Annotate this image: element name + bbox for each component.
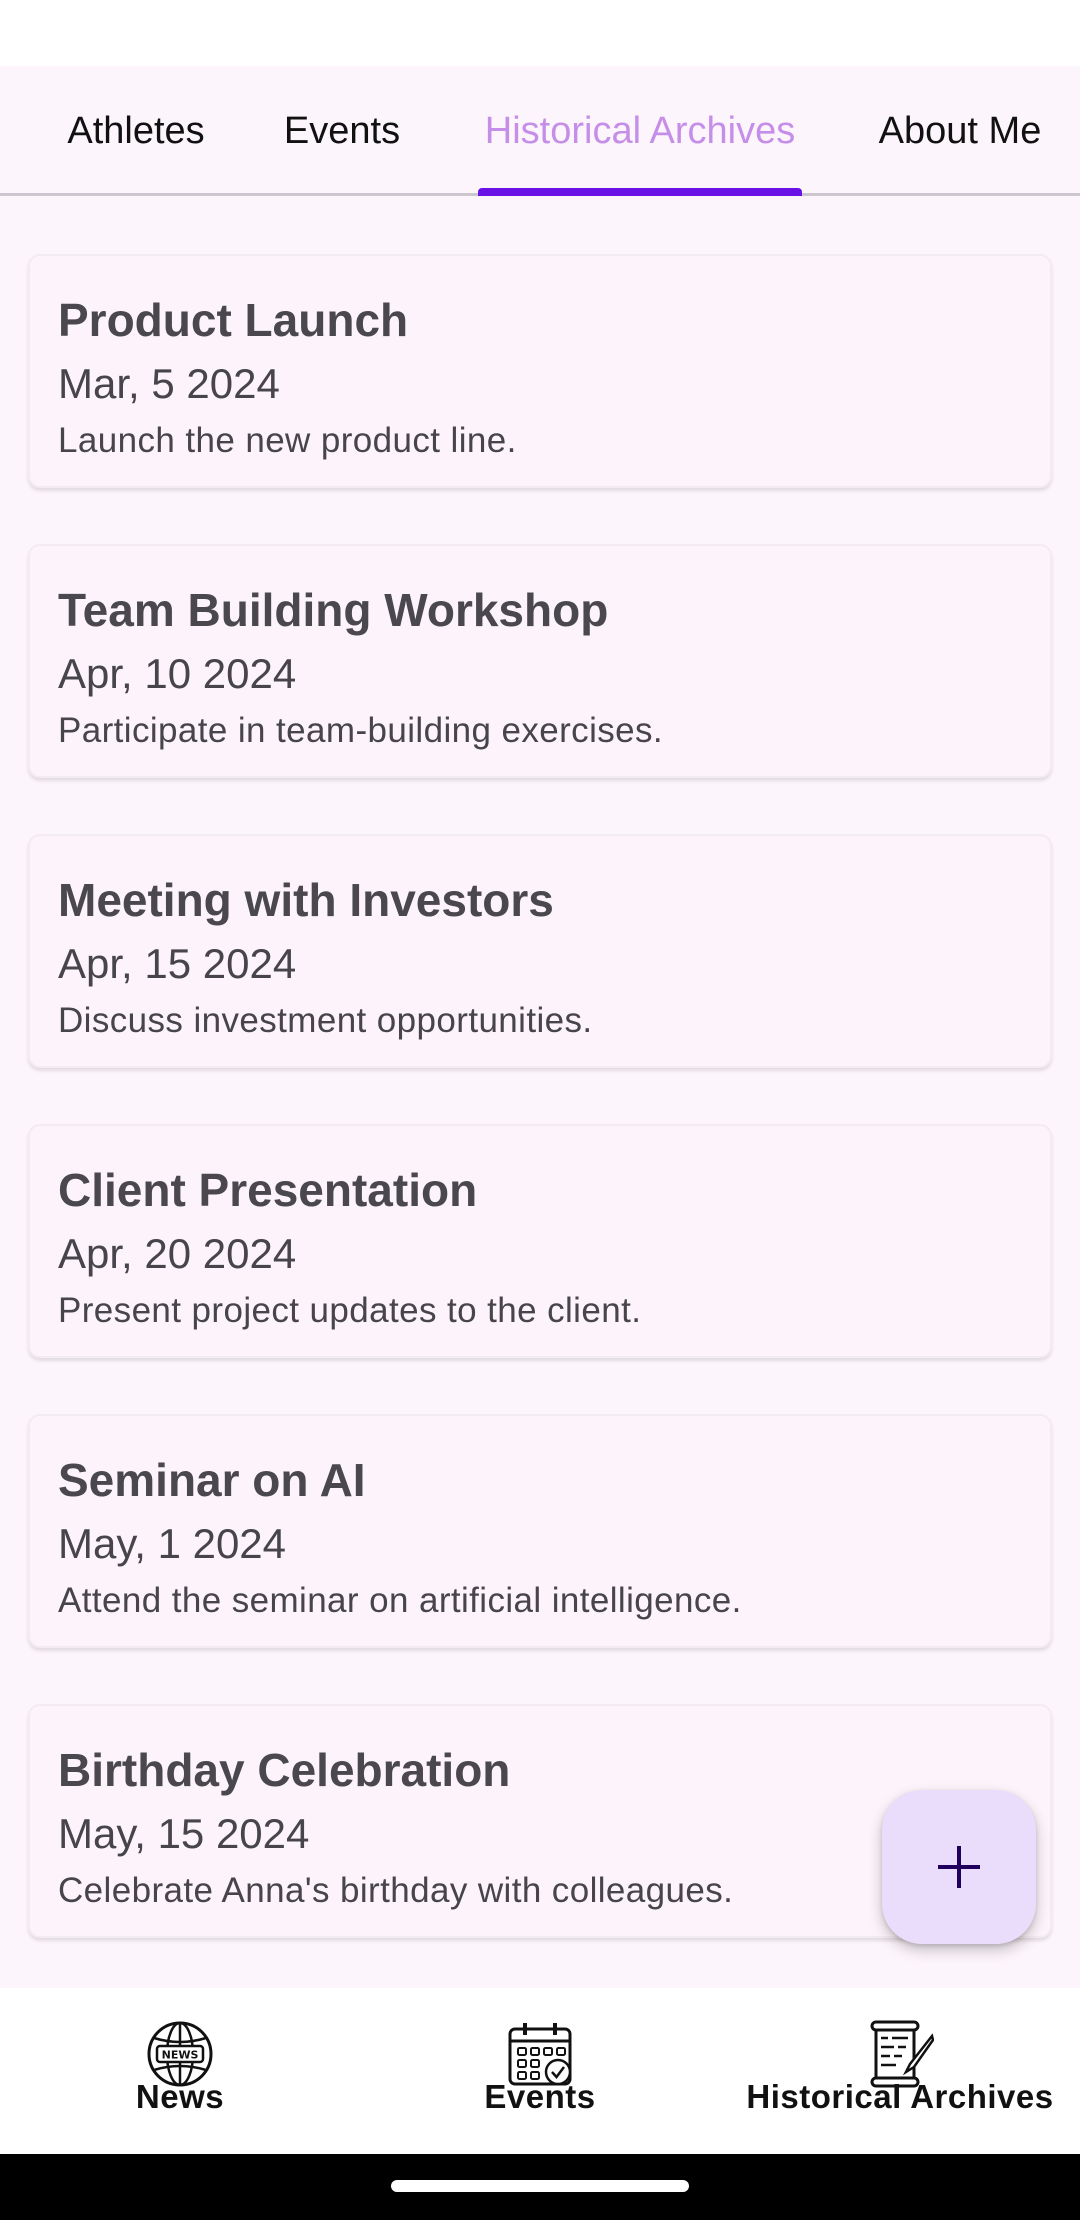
status-bar (0, 0, 1080, 66)
nav-historical-archives-label: Historical Archives (746, 2078, 1054, 2115)
tab-athletes[interactable]: Athletes (40, 66, 232, 196)
tab-athletes-label: Athletes (67, 109, 205, 152)
tab-events[interactable]: Events (262, 66, 422, 196)
top-tab-bar: Athletes Events Historical Archives Abou… (0, 66, 1080, 196)
event-card[interactable]: Team Building Workshop Apr, 10 2024 Part… (28, 544, 1052, 778)
event-description: Discuss investment opportunities. (58, 1001, 593, 1040)
event-card[interactable]: Meeting with Investors Apr, 15 2024 Disc… (28, 834, 1052, 1068)
plus-icon (938, 1846, 980, 1888)
tab-events-label: Events (283, 109, 401, 152)
nav-item-historical-archives[interactable]: Historical Archives (740, 1988, 1060, 2154)
event-description: Present project updates to the client. (58, 1291, 642, 1330)
event-description: Launch the new product line. (58, 421, 517, 460)
tab-about-me[interactable]: About Me (860, 66, 1060, 196)
nav-events-label: Events (484, 2078, 596, 2115)
event-title: Client Presentation (58, 1164, 478, 1216)
event-title: Seminar on AI (58, 1454, 366, 1506)
nav-news-label: News (135, 2078, 225, 2115)
home-gesture-handle[interactable] (391, 2180, 689, 2192)
event-title: Team Building Workshop (58, 584, 609, 636)
svg-text:NEWS: NEWS (162, 2049, 199, 2062)
event-date: May, 1 2024 (58, 1520, 287, 1567)
event-description: Attend the seminar on artificial intelli… (58, 1581, 742, 1620)
nav-item-news[interactable]: NEWS News (100, 1988, 260, 2154)
event-card[interactable]: Client Presentation Apr, 20 2024 Present… (28, 1124, 1052, 1358)
event-title: Birthday Celebration (58, 1744, 511, 1796)
add-event-button[interactable] (882, 1790, 1036, 1944)
event-date: Apr, 15 2024 (58, 940, 297, 987)
bottom-navigation: NEWS News Events Historical Archives (0, 1988, 1080, 2154)
event-card[interactable]: Seminar on AI May, 1 2024 Attend the sem… (28, 1414, 1052, 1648)
nav-item-events[interactable]: Events (450, 1988, 630, 2154)
event-date: Apr, 10 2024 (58, 650, 297, 697)
event-title: Product Launch (58, 294, 409, 346)
event-description: Celebrate Anna's birthday with colleague… (58, 1871, 734, 1910)
event-date: Mar, 5 2024 (58, 360, 280, 407)
system-navigation-bar (0, 2154, 1080, 2220)
event-description: Participate in team-building exercises. (58, 711, 664, 750)
events-list[interactable]: Product Launch Mar, 5 2024 Launch the ne… (0, 196, 1080, 1988)
active-tab-indicator (478, 188, 802, 196)
event-date: Apr, 20 2024 (58, 1230, 297, 1277)
event-title: Meeting with Investors (58, 874, 554, 926)
tab-historical-archives[interactable]: Historical Archives (462, 66, 818, 196)
tab-about-me-label: About Me (878, 109, 1042, 152)
event-date: May, 15 2024 (58, 1810, 310, 1857)
event-card[interactable]: Product Launch Mar, 5 2024 Launch the ne… (28, 254, 1052, 488)
tab-historical-archives-label: Historical Archives (484, 109, 796, 152)
